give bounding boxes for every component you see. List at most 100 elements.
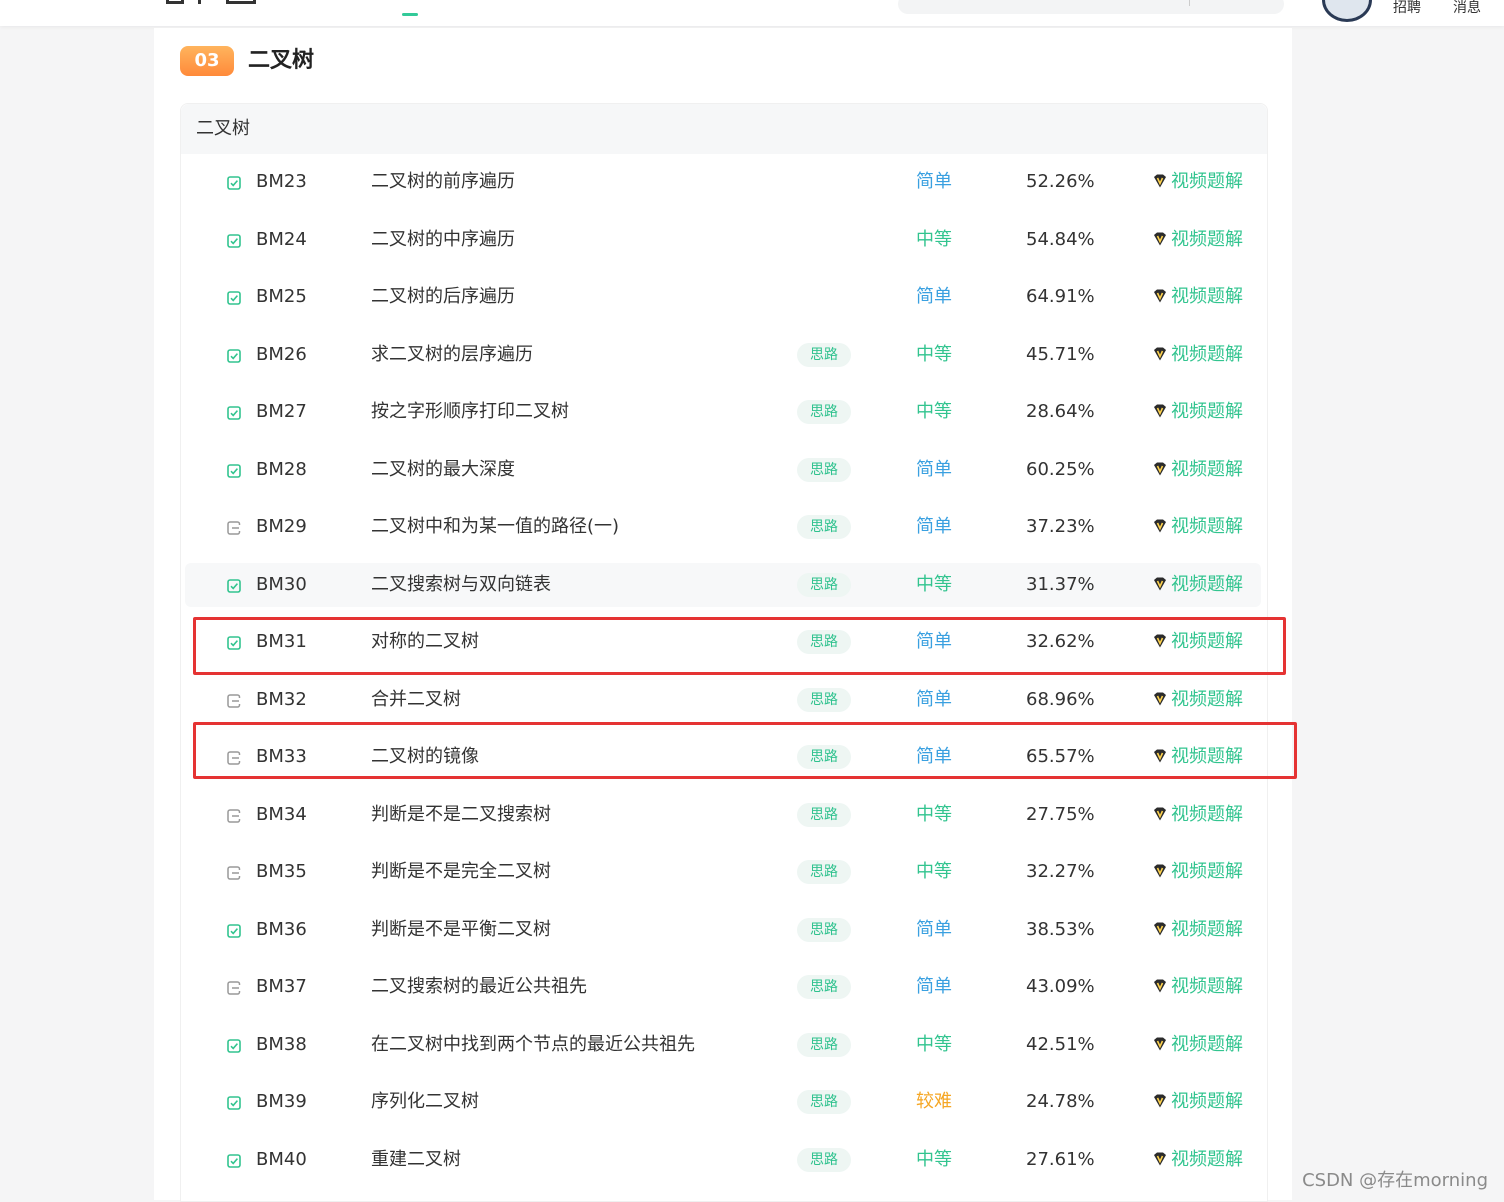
pass-rate: 52.26% xyxy=(1026,171,1095,192)
video-solution-link[interactable]: 视频题解 xyxy=(1152,1138,1243,1182)
site-logo[interactable] xyxy=(166,0,256,4)
problem-title-link[interactable]: 判断是不是完全二叉树 xyxy=(371,850,551,894)
problem-title-link[interactable]: 二叉树的后序遍历 xyxy=(371,275,515,319)
video-solution-label: 视频题解 xyxy=(1171,1034,1243,1055)
video-solution-link[interactable]: 视频题解 xyxy=(1152,850,1243,894)
vip-diamond-icon xyxy=(1152,850,1171,894)
nav-recruit-link[interactable]: 招聘 xyxy=(1393,0,1421,17)
problem-id: BM39 xyxy=(256,1091,307,1112)
table-row[interactable]: BM28 二叉树的最大深度 思路 简单 60.25% 视频题解 xyxy=(185,448,1261,492)
problem-title-link[interactable]: 按之字形顺序打印二叉树 xyxy=(371,390,569,434)
hint-tag[interactable]: 思路 xyxy=(797,860,851,884)
highlight-box-bm31 xyxy=(193,617,1286,675)
problem-title-link[interactable]: 二叉树的前序遍历 xyxy=(371,160,515,204)
table-row[interactable]: BM26 求二叉树的层序遍历 思路 中等 45.71% 视频题解 xyxy=(185,333,1261,377)
difficulty-label: 中等 xyxy=(916,229,952,250)
nav-messages-link[interactable]: 消息 xyxy=(1453,0,1481,17)
table-row[interactable]: BM24 二叉树的中序遍历 中等 54.84% 视频题解 xyxy=(185,218,1261,262)
video-solution-link[interactable]: 视频题解 xyxy=(1152,678,1243,722)
table-row[interactable]: BM25 二叉树的后序遍历 简单 64.91% 视频题解 xyxy=(185,275,1261,319)
problem-set-panel: 03 二叉树 二叉树 BM23 二叉树的前序遍历 简单 52.26% 视频题解 BM24 二… xyxy=(154,28,1292,1202)
attempted-icon xyxy=(227,865,241,880)
table-row[interactable]: BM36 判断是不是平衡二叉树 思路 简单 38.53% 视频题解 xyxy=(185,908,1261,952)
avatar[interactable] xyxy=(1322,0,1372,22)
video-solution-link[interactable]: 视频题解 xyxy=(1152,333,1243,377)
video-solution-link[interactable]: 视频题解 xyxy=(1152,275,1243,319)
table-row[interactable]: BM35 判断是不是完全二叉树 思路 中等 32.27% 视频题解 xyxy=(185,850,1261,894)
video-solution-link[interactable]: 视频题解 xyxy=(1152,390,1243,434)
vip-diamond-icon xyxy=(1152,160,1171,204)
difficulty-label: 中等 xyxy=(916,344,952,365)
video-solution-label: 视频题解 xyxy=(1171,171,1243,192)
top-navigation-bar: 招聘 消息 xyxy=(0,0,1504,26)
video-solution-link[interactable]: 视频题解 xyxy=(1152,1023,1243,1067)
table-row[interactable]: BM27 按之字形顺序打印二叉树 思路 中等 28.64% 视频题解 xyxy=(185,390,1261,434)
hint-tag[interactable]: 思路 xyxy=(797,343,851,367)
solved-check-icon xyxy=(227,1095,241,1110)
section-title: 二叉树 xyxy=(248,48,315,73)
problem-title-link[interactable]: 重建二叉树 xyxy=(371,1138,461,1182)
pass-rate: 68.96% xyxy=(1026,689,1095,710)
hint-tag[interactable]: 思路 xyxy=(797,1033,851,1057)
hint-tag[interactable]: 思路 xyxy=(797,975,851,999)
video-solution-label: 视频题解 xyxy=(1171,1149,1243,1170)
difficulty-label: 简单 xyxy=(916,459,952,480)
group-header: 二叉树 xyxy=(181,104,1267,154)
hint-tag[interactable]: 思路 xyxy=(797,458,851,482)
difficulty-label: 中等 xyxy=(916,861,952,882)
search-input[interactable] xyxy=(898,0,1284,14)
vip-diamond-icon xyxy=(1152,505,1171,549)
video-solution-link[interactable]: 视频题解 xyxy=(1152,218,1243,262)
video-solution-link[interactable]: 视频题解 xyxy=(1152,793,1243,837)
problem-title-link[interactable]: 二叉树的最大深度 xyxy=(371,448,515,492)
problem-id: BM35 xyxy=(256,861,307,882)
problem-title-link[interactable]: 在二叉树中找到两个节点的最近公共祖先 xyxy=(371,1023,695,1067)
hint-tag[interactable]: 思路 xyxy=(797,515,851,539)
hint-tag[interactable]: 思路 xyxy=(797,573,851,597)
hint-tag[interactable]: 思路 xyxy=(797,688,851,712)
table-row[interactable]: BM40 重建二叉树 思路 中等 27.61% 视频题解 xyxy=(185,1138,1261,1182)
attempted-icon xyxy=(227,693,241,708)
problem-title-link[interactable]: 判断是不是二叉搜索树 xyxy=(371,793,551,837)
table-row[interactable]: BM38 在二叉树中找到两个节点的最近公共祖先 思路 中等 42.51% 视频题解 xyxy=(185,1023,1261,1067)
table-row[interactable]: BM29 二叉树中和为某一值的路径(一) 思路 简单 37.23% 视频题解 xyxy=(185,505,1261,549)
table-row[interactable]: BM30 二叉搜索树与双向链表 思路 中等 31.37% 视频题解 xyxy=(185,563,1261,607)
table-row[interactable]: BM37 二叉搜索树的最近公共祖先 思路 简单 43.09% 视频题解 xyxy=(185,965,1261,1009)
difficulty-label: 中等 xyxy=(916,574,952,595)
problem-title-link[interactable]: 二叉树的中序遍历 xyxy=(371,218,515,262)
table-row[interactable]: BM23 二叉树的前序遍历 简单 52.26% 视频题解 xyxy=(185,160,1261,204)
table-row[interactable]: BM32 合并二叉树 思路 简单 68.96% 视频题解 xyxy=(185,678,1261,722)
problem-title-link[interactable]: 序列化二叉树 xyxy=(371,1080,479,1124)
video-solution-link[interactable]: 视频题解 xyxy=(1152,563,1243,607)
table-row[interactable]: BM34 判断是不是二叉搜索树 思路 中等 27.75% 视频题解 xyxy=(185,793,1261,837)
pass-rate: 60.25% xyxy=(1026,459,1095,480)
attempted-icon xyxy=(227,520,241,535)
video-solution-link[interactable]: 视频题解 xyxy=(1152,448,1243,492)
solved-check-icon xyxy=(227,923,241,938)
problem-title-link[interactable]: 求二叉树的层序遍历 xyxy=(371,333,533,377)
video-solution-link[interactable]: 视频题解 xyxy=(1152,965,1243,1009)
problem-title-link[interactable]: 二叉搜索树与双向链表 xyxy=(371,563,551,607)
hint-tag[interactable]: 思路 xyxy=(797,1090,851,1114)
video-solution-link[interactable]: 视频题解 xyxy=(1152,908,1243,952)
problem-id: BM24 xyxy=(256,229,307,250)
problem-title-link[interactable]: 二叉树中和为某一值的路径(一) xyxy=(371,505,619,549)
table-row[interactable]: BM39 序列化二叉树 思路 较难 24.78% 视频题解 xyxy=(185,1080,1261,1124)
problem-id: BM26 xyxy=(256,344,307,365)
video-solution-link[interactable]: 视频题解 xyxy=(1152,1080,1243,1124)
problem-title-link[interactable]: 二叉搜索树的最近公共祖先 xyxy=(371,965,587,1009)
highlight-box-bm33 xyxy=(193,722,1297,779)
problem-title-link[interactable]: 判断是不是平衡二叉树 xyxy=(371,908,551,952)
video-solution-link[interactable]: 视频题解 xyxy=(1152,160,1243,204)
video-solution-link[interactable]: 视频题解 xyxy=(1152,505,1243,549)
pass-rate: 43.09% xyxy=(1026,976,1095,997)
hint-tag[interactable]: 思路 xyxy=(797,803,851,827)
hint-tag[interactable]: 思路 xyxy=(797,918,851,942)
hint-tag[interactable]: 思路 xyxy=(797,400,851,424)
problem-id: BM36 xyxy=(256,919,307,940)
hint-tag[interactable]: 思路 xyxy=(797,1148,851,1172)
solved-check-icon xyxy=(227,175,241,190)
problem-id: BM27 xyxy=(256,401,307,422)
problem-title-link[interactable]: 合并二叉树 xyxy=(371,678,461,722)
vip-diamond-icon xyxy=(1152,1023,1171,1067)
